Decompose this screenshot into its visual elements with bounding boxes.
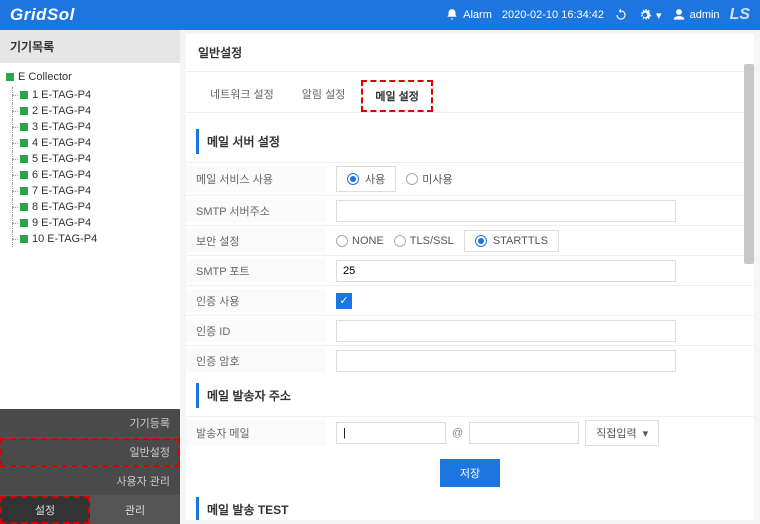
status-icon (20, 235, 28, 243)
user-icon (672, 8, 686, 22)
save-button[interactable]: 저장 (440, 459, 500, 487)
input-smtp-addr[interactable] (336, 200, 676, 222)
input-smtp-port[interactable] (336, 260, 676, 282)
section-mail-test: 메일 발송 TEST (196, 497, 744, 520)
status-icon (20, 139, 28, 147)
status-icon (20, 155, 28, 163)
chevron-down-icon: ▾ (643, 427, 649, 440)
status-icon (20, 219, 28, 227)
status-icon (20, 91, 28, 99)
status-icon (20, 203, 28, 211)
bottom-tab-manage[interactable]: 관리 (90, 496, 180, 524)
label-smtp-port: SMTP 포트 (186, 259, 326, 282)
scrollbar[interactable] (744, 64, 754, 518)
radio-sec-none[interactable]: NONE (336, 235, 384, 247)
side-menu: 기기등록 일반설정 사용자 관리 설정 관리 (0, 409, 180, 524)
section-sender: 메일 발송자 주소 (196, 383, 744, 408)
input-auth-pw[interactable] (336, 350, 676, 372)
tree-item[interactable]: 4 E-TAG-P4 (6, 135, 174, 151)
settings-button[interactable]: ▾ (638, 8, 662, 22)
tree-item[interactable]: 8 E-TAG-P4 (6, 199, 174, 215)
scrollbar-thumb[interactable] (744, 64, 754, 264)
gear-icon (638, 8, 652, 22)
radio-use-no[interactable]: 미사용 (406, 171, 452, 187)
status-icon (20, 107, 28, 115)
section-mail-server: 메일 서버 설정 (196, 129, 744, 154)
refresh-icon (614, 8, 628, 22)
sidebar-title: 기기목록 (0, 30, 180, 63)
tree-item[interactable]: 9 E-TAG-P4 (6, 215, 174, 231)
tab-bar: 네트워크 설정 알림 설정 메일 설정 (186, 72, 754, 113)
input-auth-id[interactable] (336, 320, 676, 342)
content-area: 일반설정 네트워크 설정 알림 설정 메일 설정 메일 서버 설정 메일 서비스… (180, 30, 760, 524)
alarm-indicator[interactable]: Alarm (445, 8, 492, 22)
menu-general-settings[interactable]: 일반설정 (0, 438, 180, 467)
radio-sec-starttls[interactable]: STARTTLS (464, 230, 559, 252)
status-icon (20, 187, 28, 195)
label-auth-use: 인증 사용 (186, 289, 326, 312)
top-bar: GridSol Alarm 2020-02-10 16:34:42 ▾ admi… (0, 0, 760, 30)
sidebar: 기기목록 E Collector 1 E-TAG-P4 2 E-TAG-P4 3… (0, 30, 180, 524)
status-icon (6, 73, 14, 81)
label-auth-id: 인증 ID (186, 319, 326, 342)
refresh-button[interactable] (614, 8, 628, 22)
tree-item[interactable]: 10 E-TAG-P4 (6, 231, 174, 247)
brand-logo: GridSol (10, 5, 75, 25)
ls-logo: LS (730, 6, 750, 24)
tree-item[interactable]: 1 E-TAG-P4 (6, 87, 174, 103)
status-icon (20, 171, 28, 179)
label-security: 보안 설정 (186, 229, 326, 252)
label-smtp-addr: SMTP 서버주소 (186, 199, 326, 222)
bottom-tab-settings[interactable]: 설정 (0, 496, 90, 524)
select-domain[interactable]: 직접입력▾ (585, 420, 659, 446)
menu-device-reg[interactable]: 기기등록 (0, 409, 180, 438)
radio-sec-tls[interactable]: TLS/SSL (394, 235, 454, 247)
tree-item[interactable]: 7 E-TAG-P4 (6, 183, 174, 199)
input-sender-domain[interactable] (469, 422, 579, 444)
tab-network[interactable]: 네트워크 설정 (198, 80, 286, 112)
tab-alarm[interactable]: 알림 설정 (290, 80, 358, 112)
status-icon (20, 123, 28, 131)
input-sender-local[interactable] (336, 422, 446, 444)
datetime: 2020-02-10 16:34:42 (502, 9, 604, 21)
tree-root[interactable]: E Collector (6, 71, 174, 83)
panel-title: 일반설정 (186, 34, 754, 72)
tree-item[interactable]: 5 E-TAG-P4 (6, 151, 174, 167)
at-icon: @ (452, 427, 463, 439)
tree-item[interactable]: 3 E-TAG-P4 (6, 119, 174, 135)
tree-item[interactable]: 2 E-TAG-P4 (6, 103, 174, 119)
tree-item[interactable]: 6 E-TAG-P4 (6, 167, 174, 183)
label-auth-pw: 인증 암호 (186, 349, 326, 372)
label-sender-mail: 발송자 메일 (186, 420, 326, 446)
radio-use-yes[interactable]: 사용 (336, 166, 396, 192)
tab-mail[interactable]: 메일 설정 (361, 80, 433, 112)
user-menu[interactable]: admin (672, 8, 720, 22)
checkbox-auth-use[interactable]: ✓ (336, 293, 352, 309)
label-mail-service: 메일 서비스 사용 (186, 166, 326, 192)
bell-icon (445, 8, 459, 22)
menu-user-mgmt[interactable]: 사용자 관리 (0, 467, 180, 496)
device-tree: E Collector 1 E-TAG-P4 2 E-TAG-P4 3 E-TA… (0, 63, 180, 409)
